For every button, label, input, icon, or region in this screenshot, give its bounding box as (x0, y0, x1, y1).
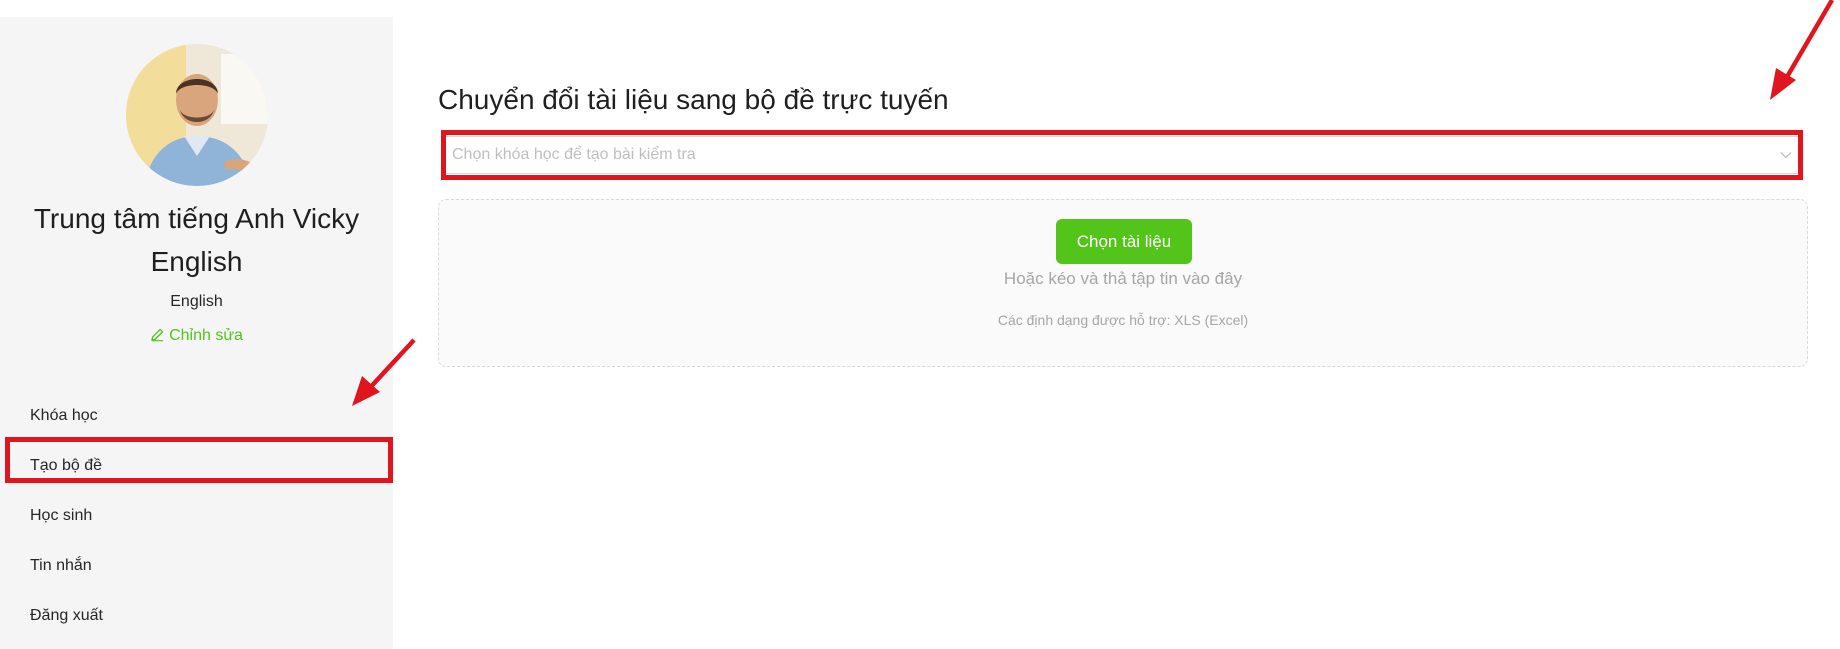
choose-file-button[interactable]: Chọn tài liệu (1056, 219, 1192, 264)
sidebar-item-create-test[interactable]: Tạo bộ đề (0, 441, 393, 491)
annotation-arrow-select (1770, 0, 1834, 100)
drop-hint: Hoặc kéo và thả tập tin vào đây (1003, 269, 1243, 288)
course-select-placeholder: Chọn khóa học để tạo bài kiểm tra (452, 146, 696, 163)
sidebar-item-logout[interactable]: Đăng xuất (0, 591, 393, 641)
sidebar-item-courses[interactable]: Khóa học (0, 391, 393, 441)
profile-subtitle: English (170, 293, 223, 310)
supported-formats-hint: Các định dạng được hỗ trợ: XLS (Excel) (997, 312, 1249, 328)
avatar (126, 44, 268, 186)
sidebar-item-messages[interactable]: Tin nhắn (0, 541, 393, 591)
sidebar-item-students[interactable]: Học sinh (0, 491, 393, 541)
course-select[interactable]: Chọn khóa học để tạo bài kiểm tra (443, 136, 1802, 174)
profile-name: Trung tâm tiếng Anh Vicky English (33, 203, 360, 277)
chevron-down-icon (1780, 152, 1792, 159)
sidebar: Trung tâm tiếng Anh Vicky English Englis… (0, 17, 393, 649)
edit-profile-link[interactable]: Chỉnh sửa (0, 327, 393, 345)
edit-pencil-icon (151, 328, 164, 342)
page-title: Chuyển đổi tài liệu sang bộ đề trực tuyế… (438, 84, 949, 115)
sidebar-nav: Khóa học Tạo bộ đề Học sinh Tin nhắn Đăn… (0, 391, 393, 641)
file-dropzone[interactable]: Chọn tài liệu Hoặc kéo và thả tập tin và… (438, 199, 1808, 367)
edit-profile-label: Chỉnh sửa (169, 327, 243, 344)
